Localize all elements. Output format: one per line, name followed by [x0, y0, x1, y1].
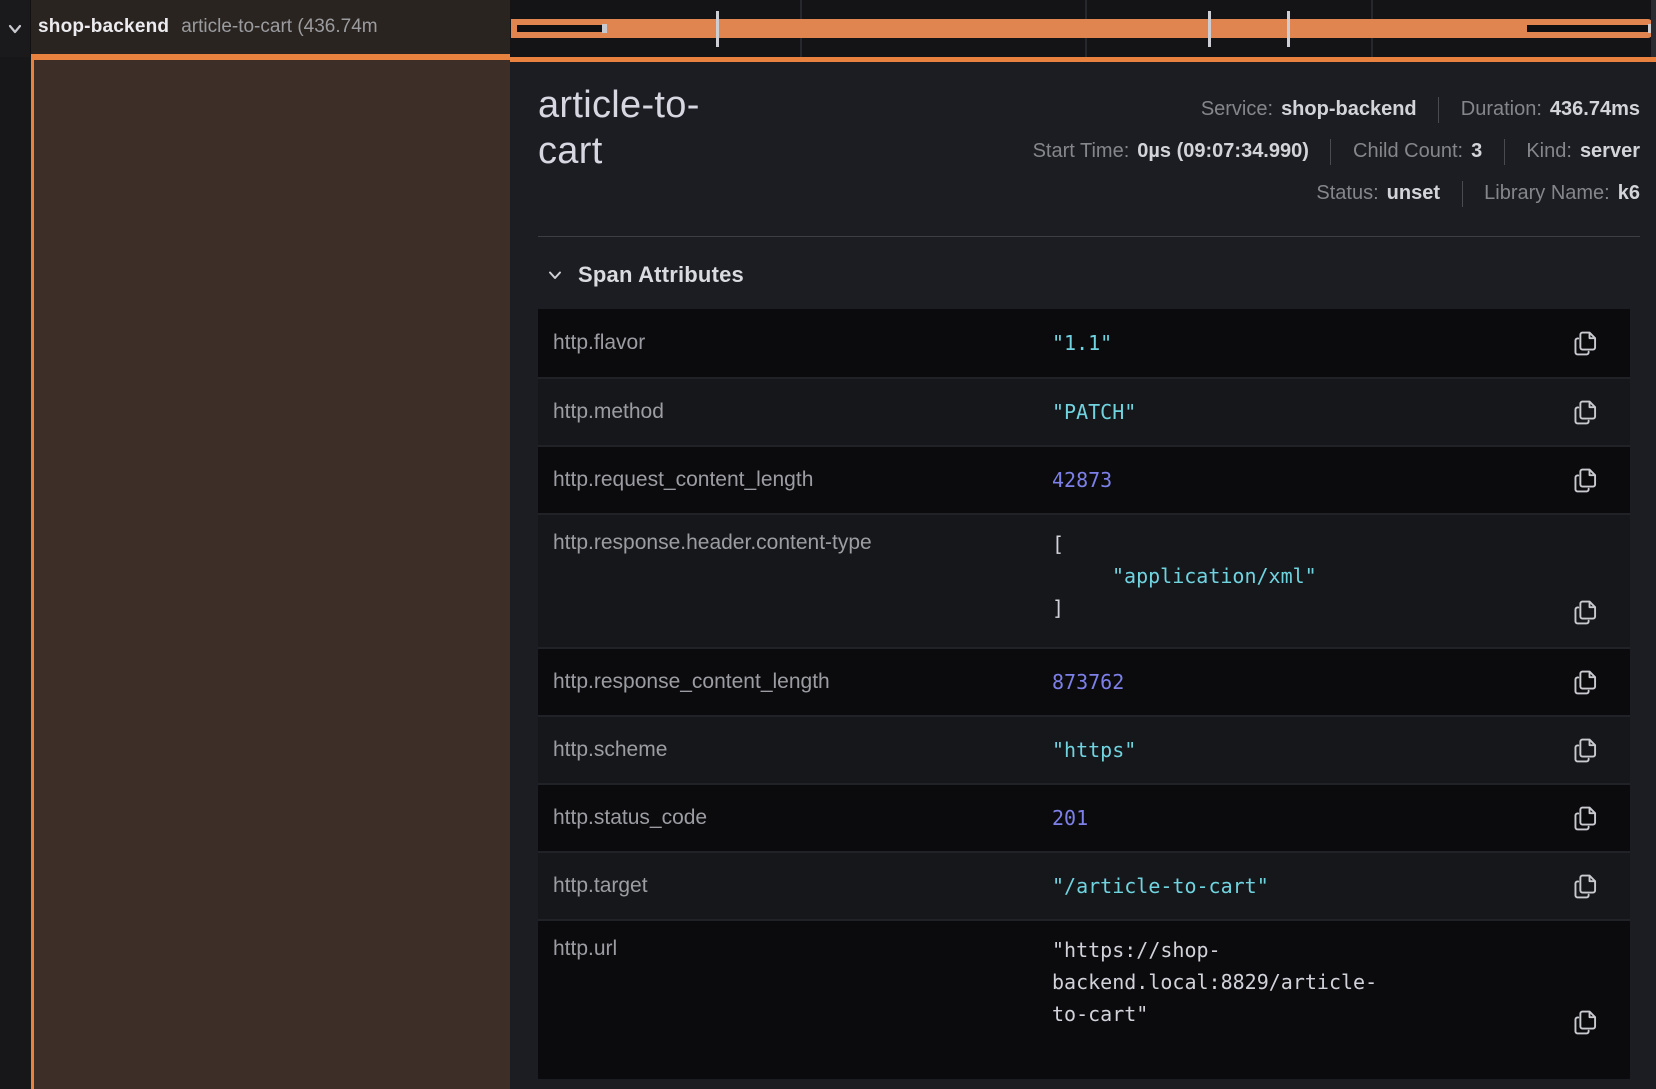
copy-icon	[1572, 598, 1599, 627]
copy-icon	[1572, 872, 1599, 901]
meta-value: 3	[1471, 140, 1482, 162]
copy-value-button[interactable]	[1570, 596, 1600, 628]
copy-value-button[interactable]	[1570, 1006, 1600, 1038]
metadata-line: Start Time: 0µs (09:07:34.990) Child Coun…	[738, 130, 1640, 172]
array-bracket-close: ]	[1052, 592, 1570, 624]
attribute-row: http.response_content_length 873762	[538, 647, 1630, 715]
meta-label: Duration:	[1461, 98, 1542, 120]
attribute-key: http.request_content_length	[553, 468, 1052, 492]
timeline-tick	[1287, 11, 1290, 47]
attribute-key: http.target	[553, 874, 1052, 898]
copy-value-button[interactable]	[1570, 464, 1600, 496]
chevron-down-icon[interactable]	[548, 270, 562, 280]
span-attributes-section-toggle[interactable]: Span Attributes	[538, 259, 1640, 291]
timeline-tick	[1208, 11, 1211, 47]
meta-label: Start Time:	[1033, 140, 1130, 162]
metadata-line: Service: shop-backend Duration: 436.74ms	[738, 88, 1640, 130]
attribute-row: http.method "PATCH"	[538, 377, 1630, 445]
attribute-value: "1.1"	[1052, 327, 1570, 359]
meta-value: 436.74ms	[1550, 98, 1640, 120]
array-item: "application/xml"	[1052, 560, 1570, 592]
meta-value: shop-backend	[1281, 98, 1417, 120]
attribute-key: http.status_code	[553, 806, 1052, 830]
url-line: to-cart"	[1052, 998, 1570, 1030]
copy-value-button[interactable]	[1570, 734, 1600, 766]
attribute-value: "PATCH"	[1052, 396, 1570, 428]
copy-value-button[interactable]	[1570, 870, 1600, 902]
attribute-key: http.flavor	[553, 331, 1052, 355]
attribute-value: "https://shop- backend.local:8829/articl…	[1052, 934, 1570, 1030]
meta-separator	[1438, 97, 1439, 123]
attribute-key: http.scheme	[553, 738, 1052, 762]
attribute-value: 873762	[1052, 666, 1570, 698]
copy-value-button[interactable]	[1570, 802, 1600, 834]
span-title: article-to-cart	[538, 82, 738, 214]
attribute-key: http.url	[553, 934, 1052, 961]
span-attributes-table: http.flavor "1.1" http.method "PATCH"	[538, 309, 1630, 1079]
meta-separator	[1504, 139, 1505, 165]
section-divider	[538, 236, 1640, 237]
copy-icon	[1572, 329, 1599, 358]
span-detail-header: article-to-cart Service: shop-backend Dur…	[538, 62, 1640, 214]
attribute-key: http.method	[553, 400, 1052, 424]
attribute-row: http.status_code 201	[538, 783, 1630, 851]
attribute-key: http.response_content_length	[553, 670, 1052, 694]
scrollbar-track[interactable]	[1651, 0, 1656, 57]
meta-label: Library Name:	[1484, 182, 1610, 204]
left-gutter	[0, 57, 31, 1089]
array-bracket-open: [	[1052, 528, 1570, 560]
copy-icon	[1572, 398, 1599, 427]
child-span-bar	[1527, 25, 1648, 32]
timeline-column	[510, 0, 1656, 57]
meta-value: unset	[1387, 182, 1440, 204]
url-line: "https://shop-	[1052, 934, 1570, 966]
copy-value-button[interactable]	[1570, 396, 1600, 428]
span-metadata: Service: shop-backend Duration: 436.74ms S…	[738, 82, 1640, 214]
span-name-cell[interactable]: shop-backend article-to-cart (436.74m	[31, 0, 510, 57]
meta-separator	[1462, 181, 1463, 207]
copy-icon	[1572, 668, 1599, 697]
span-list-row[interactable]: shop-backend article-to-cart (436.74m	[0, 0, 1656, 57]
attribute-row: http.target "/article-to-cart"	[538, 851, 1630, 919]
attribute-row: http.request_content_length 42873	[538, 445, 1630, 513]
attribute-row: http.scheme "https"	[538, 715, 1630, 783]
span-collapse-gutter[interactable]	[0, 0, 31, 57]
meta-value: 0µs (09:07:34.990)	[1137, 140, 1309, 162]
copy-icon	[1572, 804, 1599, 833]
copy-icon	[1572, 736, 1599, 765]
meta-label: Status:	[1316, 182, 1378, 204]
copy-value-button[interactable]	[1570, 666, 1600, 698]
timeline-tick	[716, 11, 719, 47]
span-operation-label: article-to-cart (436.74m	[181, 16, 377, 38]
meta-label: Child Count:	[1353, 140, 1463, 162]
attribute-row: http.flavor "1.1"	[538, 309, 1630, 377]
copy-icon	[1572, 1008, 1599, 1037]
trace-viewer: shop-backend article-to-cart (436.74m	[0, 0, 1656, 1089]
chevron-down-icon[interactable]	[7, 23, 23, 35]
child-span-end-marker	[602, 24, 607, 33]
meta-label: Service:	[1201, 98, 1273, 120]
section-title: Span Attributes	[578, 262, 744, 288]
span-duration-bar[interactable]	[511, 19, 1652, 38]
attribute-value: 201	[1052, 802, 1570, 834]
attribute-value: "https"	[1052, 734, 1570, 766]
url-line: backend.local:8829/article-	[1052, 966, 1570, 998]
attribute-row: http.url "https://shop- backend.local:88…	[538, 919, 1630, 1079]
service-name: shop-backend	[38, 16, 169, 38]
meta-label: Kind:	[1526, 140, 1572, 162]
meta-value: server	[1580, 140, 1640, 162]
attribute-value: 42873	[1052, 464, 1570, 496]
child-span-bar	[517, 25, 602, 32]
meta-separator	[1330, 139, 1331, 165]
attribute-row: http.response.header.content-type [ "app…	[538, 513, 1630, 647]
copy-value-button[interactable]	[1570, 327, 1600, 359]
attribute-value: [ "application/xml" ]	[1052, 528, 1570, 624]
metadata-line: Status: unset Library Name: k6	[738, 172, 1640, 214]
attribute-value: "/article-to-cart"	[1052, 870, 1570, 902]
span-detail-panel: article-to-cart Service: shop-backend Dur…	[510, 57, 1656, 1089]
copy-icon	[1572, 466, 1599, 495]
selected-span-highlight-area[interactable]	[31, 57, 510, 1089]
meta-value: k6	[1618, 182, 1640, 204]
attribute-key: http.response.header.content-type	[553, 528, 1052, 555]
